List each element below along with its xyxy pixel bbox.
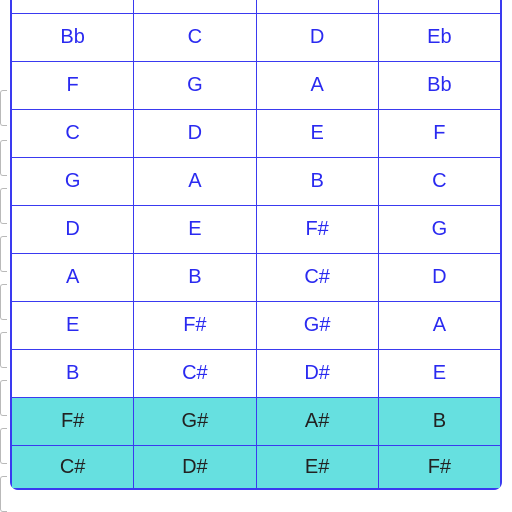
- note-cell[interactable]: E: [257, 110, 379, 157]
- note-cell[interactable]: E: [12, 302, 134, 349]
- note-cell[interactable]: Bb: [12, 14, 134, 61]
- note-cell[interactable]: C#: [257, 254, 379, 301]
- note-cell[interactable]: D: [134, 110, 256, 157]
- note-cell[interactable]: Bb: [379, 62, 500, 109]
- note-cell[interactable]: C: [379, 158, 500, 205]
- note-cell[interactable]: [134, 0, 256, 13]
- note-cell[interactable]: F#: [257, 206, 379, 253]
- table-row[interactable]: F G A Bb: [12, 62, 500, 110]
- note-cell[interactable]: E#: [257, 446, 379, 488]
- note-cell[interactable]: C: [134, 14, 256, 61]
- table-row[interactable]: [12, 0, 500, 14]
- note-cell[interactable]: A: [134, 158, 256, 205]
- note-cell[interactable]: E: [134, 206, 256, 253]
- note-cell[interactable]: C: [12, 110, 134, 157]
- note-cell[interactable]: [12, 0, 134, 13]
- note-cell[interactable]: G: [379, 206, 500, 253]
- table-row[interactable]: D E F# G: [12, 206, 500, 254]
- table-row[interactable]: E F# G# A: [12, 302, 500, 350]
- note-cell[interactable]: B: [379, 398, 500, 445]
- note-cell[interactable]: D#: [134, 446, 256, 488]
- note-cell[interactable]: E: [379, 350, 500, 397]
- note-cell[interactable]: [379, 0, 500, 13]
- note-cell[interactable]: F: [379, 110, 500, 157]
- note-cell[interactable]: G#: [257, 302, 379, 349]
- note-cell[interactable]: Eb: [379, 14, 500, 61]
- note-cell[interactable]: D#: [257, 350, 379, 397]
- note-cell[interactable]: [257, 0, 379, 13]
- note-cell[interactable]: G#: [134, 398, 256, 445]
- note-cell[interactable]: F#: [134, 302, 256, 349]
- note-cell[interactable]: A: [12, 254, 134, 301]
- note-cell[interactable]: A: [379, 302, 500, 349]
- table-row[interactable]: A B C# D: [12, 254, 500, 302]
- table-row[interactable]: C D E F: [12, 110, 500, 158]
- note-cell[interactable]: B: [257, 158, 379, 205]
- note-cell[interactable]: G: [12, 158, 134, 205]
- table-row[interactable]: B C# D# E: [12, 350, 500, 398]
- note-cell[interactable]: G: [134, 62, 256, 109]
- note-cell[interactable]: C#: [134, 350, 256, 397]
- note-cell[interactable]: A: [257, 62, 379, 109]
- table-row-selected[interactable]: C# D# E# F#: [12, 446, 500, 488]
- note-cell[interactable]: B: [12, 350, 134, 397]
- note-cell[interactable]: D: [257, 14, 379, 61]
- note-cell[interactable]: A#: [257, 398, 379, 445]
- table-row[interactable]: Bb C D Eb: [12, 14, 500, 62]
- note-cell[interactable]: F: [12, 62, 134, 109]
- left-edge-guides: [0, 0, 8, 512]
- note-cell[interactable]: F#: [379, 446, 500, 488]
- table-row-selected[interactable]: F# G# A# B: [12, 398, 500, 446]
- note-cell[interactable]: F#: [12, 398, 134, 445]
- note-cell[interactable]: D: [379, 254, 500, 301]
- notes-table: Bb C D Eb F G A Bb C D E F G A B C D E F…: [10, 0, 502, 490]
- note-cell[interactable]: B: [134, 254, 256, 301]
- note-cell[interactable]: D: [12, 206, 134, 253]
- table-row[interactable]: G A B C: [12, 158, 500, 206]
- note-cell[interactable]: C#: [12, 446, 134, 488]
